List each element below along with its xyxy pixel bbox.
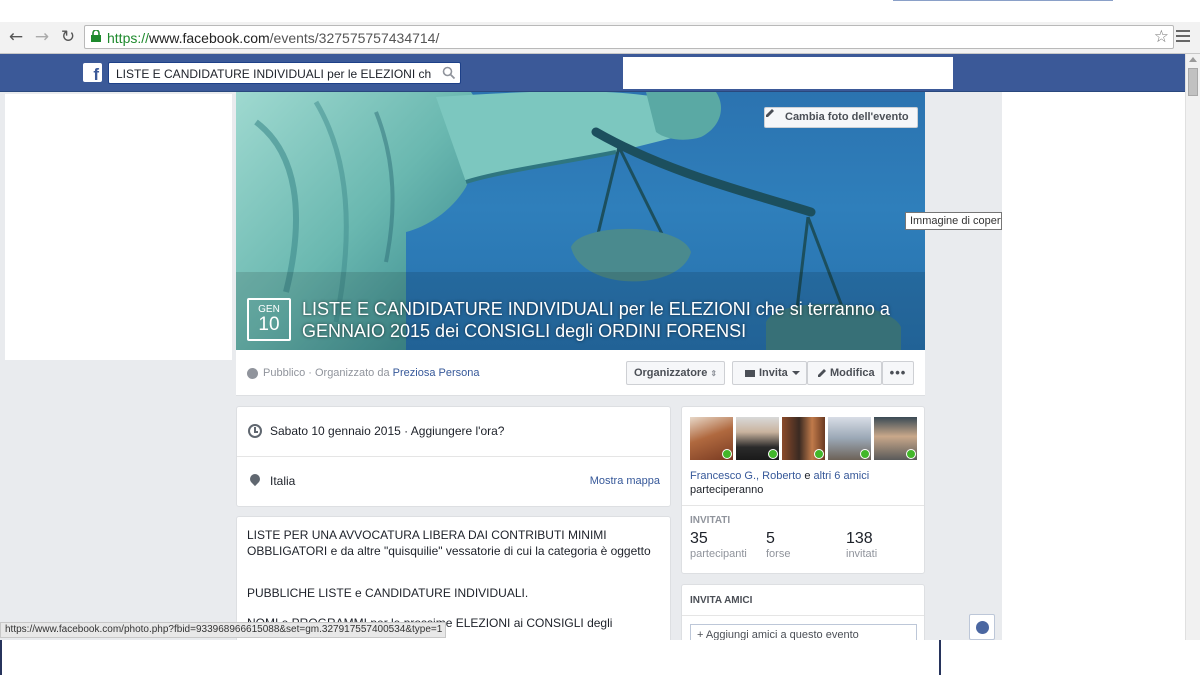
url-path: /events/327575757434714/	[269, 30, 440, 46]
friends-names-link[interactable]: Francesco G., Roberto	[690, 470, 801, 482]
search-input[interactable]: LISTE E CANDIDATURE INDIVIDUALI per le E…	[108, 62, 461, 84]
friends-attending-text: Francesco G., Roberto e altri 6 amici pa…	[690, 469, 918, 497]
frame-border-right	[939, 640, 941, 675]
stat-maybe[interactable]: 5 forse	[766, 530, 790, 560]
organizer-button[interactable]: Organizzatore ⇕	[626, 361, 725, 385]
invited-label: INVITATI	[690, 515, 731, 526]
stat-label: partecipanti	[690, 548, 747, 560]
other-friends-link[interactable]: altri 6 amici	[814, 470, 870, 482]
edit-button-label: Modifica	[830, 367, 875, 379]
location-pin-icon	[247, 471, 263, 487]
stat-invited[interactable]: 138 invitati	[846, 530, 877, 560]
bottom-frame	[0, 640, 1200, 675]
edit-button[interactable]: Modifica	[807, 361, 882, 385]
language-globe-button[interactable]	[969, 614, 995, 640]
bookmark-star-icon[interactable]: ☆	[1154, 27, 1169, 47]
facebook-header: f LISTE E CANDIDATURE INDIVIDUALI per le…	[0, 54, 1185, 92]
friend-avatar[interactable]	[828, 417, 871, 460]
check-icon	[814, 449, 824, 459]
stat-label: invitati	[846, 548, 878, 560]
friends-conjunction: e	[801, 470, 814, 482]
check-icon	[860, 449, 870, 459]
url-host: www.facebook.com	[149, 30, 270, 46]
back-arrow-icon[interactable]: ←	[6, 27, 26, 47]
header-blank-area	[623, 57, 953, 89]
friend-avatar[interactable]	[782, 417, 825, 460]
stat-number: 5	[766, 530, 775, 547]
search-icon[interactable]	[442, 66, 456, 80]
divider	[682, 615, 924, 616]
friend-avatar[interactable]	[736, 417, 779, 460]
event-info-bar: Pubblico · Organizzato da Preziosa Perso…	[236, 350, 925, 396]
page-scrollbar[interactable]	[1185, 54, 1200, 640]
attending-label: parteciperanno	[690, 484, 764, 496]
frame-border-left	[0, 640, 2, 675]
address-bar[interactable]: https://www.facebook.com/events/32757575…	[84, 25, 1174, 49]
url-scheme: https://	[107, 30, 150, 46]
pencil-icon	[766, 109, 774, 117]
globe-icon	[976, 621, 989, 634]
organizer-button-label: Organizzatore	[633, 367, 708, 379]
description-paragraph-1: LISTE PER UNA AVVOCATURA LIBERA DAI CONT…	[247, 528, 651, 558]
organizer-link[interactable]: Preziosa Persona	[393, 367, 480, 379]
event-details-card: Sabato 10 gennaio 2015 · Aggiungere l'or…	[236, 406, 671, 507]
friend-avatar[interactable]	[690, 417, 733, 460]
chevron-down-icon	[791, 371, 800, 376]
event-place: Italia	[270, 474, 296, 488]
event-date-text[interactable]: Sabato 10 gennaio 2015 · Aggiungere l'or…	[270, 424, 504, 438]
invite-friends-title: INVITA AMICI	[690, 595, 753, 606]
mail-icon	[745, 370, 755, 377]
forward-arrow-icon[interactable]: →	[32, 27, 52, 47]
friends-attending-card: Francesco G., Roberto e altri 6 amici pa…	[681, 406, 925, 574]
facebook-logo-icon[interactable]: f	[83, 63, 102, 82]
friend-avatar[interactable]	[874, 417, 917, 460]
browser-menu-icon[interactable]	[1176, 27, 1190, 43]
updown-caret-icon: ⇕	[710, 369, 718, 378]
lock-icon	[91, 30, 101, 42]
url-text: https://www.facebook.com/events/32757575…	[107, 30, 439, 46]
stat-label: forse	[766, 548, 791, 560]
cover-photo[interactable]: Cambia foto dell'evento GEN 10 LISTE E C…	[236, 92, 925, 350]
reload-icon[interactable]: ↻	[58, 27, 78, 47]
scroll-thumb[interactable]	[1188, 68, 1198, 96]
check-icon	[906, 449, 916, 459]
change-cover-button[interactable]: Cambia foto dell'evento	[764, 107, 918, 128]
invite-button[interactable]: Invita	[732, 361, 807, 385]
event-day: 10	[258, 314, 280, 335]
check-icon	[722, 449, 732, 459]
invite-button-label: Invita	[759, 367, 788, 379]
privacy-label: Pubblico · Organizzato da	[263, 367, 393, 379]
browser-toolbar: ← → ↻ https://www.facebook.com/events/32…	[0, 22, 1200, 54]
pencil-icon	[818, 369, 826, 377]
stat-number: 138	[846, 530, 873, 547]
stat-participants[interactable]: 35 partecipanti	[690, 530, 747, 560]
description-paragraph-2: PUBBLICHE LISTE e CANDIDATURE INDIVIDUAL…	[247, 586, 529, 600]
show-map-link[interactable]: Mostra mappa	[590, 475, 660, 487]
divider	[682, 505, 924, 506]
event-date-box: GEN 10	[247, 298, 291, 341]
change-cover-label: Cambia foto dell'evento	[785, 111, 909, 123]
more-options-button[interactable]: •••	[882, 361, 914, 385]
stat-number: 35	[690, 530, 708, 547]
public-globe-icon	[247, 368, 258, 379]
scroll-up-arrow-icon[interactable]	[1189, 57, 1197, 62]
left-blank-panel	[5, 94, 232, 360]
top-decoration-line	[893, 0, 1113, 1]
search-value: LISTE E CANDIDATURE INDIVIDUALI per le E…	[116, 67, 432, 81]
clock-icon	[248, 424, 262, 438]
browser-status-bar: https://www.facebook.com/photo.php?fbid=…	[0, 622, 447, 638]
event-title: LISTE E CANDIDATURE INDIVIDUALI per le E…	[302, 299, 890, 341]
cover-tooltip: Immagine di copert	[905, 212, 1002, 230]
date-row: Sabato 10 gennaio 2015 · Aggiungere l'or…	[237, 407, 670, 457]
privacy-text: Pubblico · Organizzato da Preziosa Perso…	[263, 367, 479, 379]
right-blank-area	[1002, 92, 1185, 640]
check-icon	[768, 449, 778, 459]
